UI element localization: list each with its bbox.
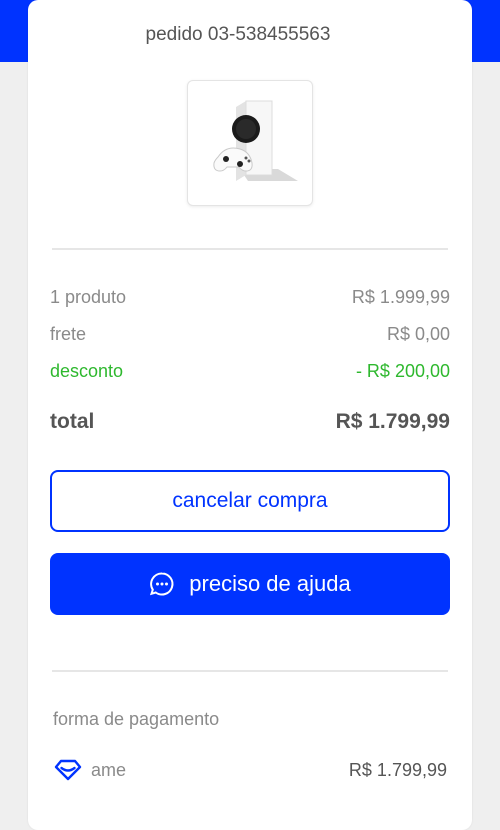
xbox-series-s-console-image [213,100,298,181]
discount-value: - R$ 200,00 [355,361,450,381]
products-value: R$ 1.999,99 [351,287,450,307]
payment-method-row: ame R$ 1.799,99 [53,758,447,782]
cancel-purchase-label: cancelar compra [172,489,328,512]
summary-row-discount: desconto - R$ 200,00 [50,361,450,382]
product-thumbnail[interactable] [187,80,313,206]
payment-amount: R$ 1.799,99 [348,759,447,780]
shipping-value: R$ 0,00 [386,324,450,344]
order-number: pedido 03-538455563 [145,24,331,45]
summary-row-products: 1 produto R$ 1.999,99 [50,287,450,308]
payment-section-title: forma de pagamento [53,709,220,729]
discount-label: desconto [50,361,124,381]
help-button[interactable]: preciso de ajuda [50,553,450,615]
help-label: preciso de ajuda [189,571,351,596]
total-value: R$ 1.799,99 [335,410,450,433]
section-divider [52,670,448,672]
payment-method-label: ame [91,759,127,780]
shipping-label: frete [50,324,87,344]
cancel-purchase-button[interactable]: cancelar compra [50,470,450,532]
summary-row-shipping: frete R$ 0,00 [50,324,450,345]
total-label: total [50,410,95,433]
products-label: 1 produto [50,287,127,307]
section-divider [52,248,448,250]
chat-bubble-icon [149,571,175,597]
ame-heart-icon [53,758,83,782]
order-detail-card: pedido 03-538455563 1 produto R$ 1.999,9… [28,0,472,830]
summary-row-total: total R$ 1.799,99 [50,410,450,434]
